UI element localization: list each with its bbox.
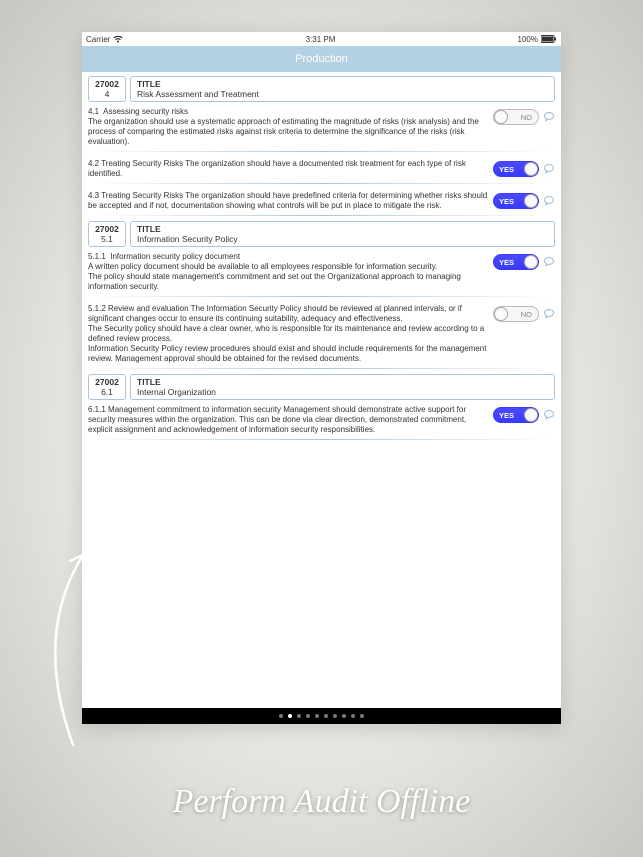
section-title: Information Security Policy: [137, 234, 548, 244]
section-title-box: TITLEInformation Security Policy: [130, 221, 555, 247]
item-number: 4.1: [88, 107, 99, 116]
toggle-label: YES: [499, 258, 514, 267]
page-title: Production: [295, 53, 348, 65]
section-header: 270024TITLERisk Assessment and Treatment: [88, 76, 555, 102]
page-dot[interactable]: [279, 714, 283, 718]
battery-percent: 100%: [518, 35, 538, 44]
item-number: 4.3: [88, 191, 99, 200]
section-number: 5.1: [93, 234, 121, 244]
toggle-label: YES: [499, 197, 514, 206]
toggle-label: NO: [521, 310, 532, 319]
section-title: Internal Organization: [137, 387, 548, 397]
wifi-icon: [113, 35, 123, 43]
section-title-box: TITLERisk Assessment and Treatment: [130, 76, 555, 102]
item-name: Treating Security Risks: [101, 159, 183, 168]
item-number: 5.1.1: [88, 252, 106, 261]
section-title: Risk Assessment and Treatment: [137, 89, 548, 99]
item-name: Review and evaluation: [108, 304, 189, 313]
item-number: 6.1.1: [88, 405, 106, 414]
title-label: TITLE: [137, 377, 548, 387]
item-name: Treating Security Risks: [101, 191, 183, 200]
standard-code: 27002: [93, 79, 121, 89]
section-title-box: TITLEInternal Organization: [130, 374, 555, 400]
item-text: 5.1.2 Review and evaluation The Informat…: [88, 304, 489, 364]
audit-item: 4.1 Assessing security risksThe organiza…: [88, 105, 555, 148]
page-dot[interactable]: [351, 714, 355, 718]
title-label: TITLE: [137, 79, 548, 89]
standard-code: 27002: [93, 224, 121, 234]
item-text: 6.1.1 Management commitment to informati…: [88, 405, 489, 435]
toggle-knob: [524, 408, 538, 422]
page-dot[interactable]: [297, 714, 301, 718]
toggle-label: YES: [499, 411, 514, 420]
standard-code: 27002: [93, 377, 121, 387]
carrier-label: Carrier: [86, 35, 110, 44]
audit-item: 5.1.2 Review and evaluation The Informat…: [88, 302, 555, 365]
comment-icon[interactable]: [543, 195, 555, 207]
toggle-label: YES: [499, 165, 514, 174]
content-scroll[interactable]: 270024TITLERisk Assessment and Treatment…: [82, 72, 561, 708]
page-dot[interactable]: [333, 714, 337, 718]
divider: [88, 183, 555, 184]
marketing-caption: Perform Audit Offline: [0, 783, 643, 821]
page-dot[interactable]: [342, 714, 346, 718]
item-name: Assessing security risks: [103, 107, 188, 116]
item-name: Management commitment to information sec…: [108, 405, 281, 414]
nav-bar: Production: [82, 46, 561, 72]
comment-icon[interactable]: [543, 111, 555, 123]
comment-icon[interactable]: [543, 308, 555, 320]
item-desc: A written policy document should be avai…: [88, 262, 489, 292]
section-header: 270025.1TITLEInformation Security Policy: [88, 221, 555, 247]
audit-item: 5.1.1 Information security policy docume…: [88, 250, 555, 293]
comment-icon[interactable]: [543, 163, 555, 175]
toggle-knob: [524, 162, 538, 176]
item-number: 4.2: [88, 159, 99, 168]
item-text: 4.3 Treating Security Risks The organiza…: [88, 191, 489, 211]
section-number: 4: [93, 89, 121, 99]
compliance-toggle[interactable]: YES: [493, 193, 539, 209]
item-name: Information security policy document: [110, 252, 240, 261]
toggle-knob: [524, 194, 538, 208]
page-dot[interactable]: [306, 714, 310, 718]
battery-icon: [541, 35, 557, 43]
toggle-knob: [494, 110, 508, 124]
page-dot[interactable]: [360, 714, 364, 718]
device-frame: Carrier 3:31 PM 100% Production 270024TI…: [82, 32, 561, 724]
standard-code-box: 270024: [88, 76, 126, 102]
page-dot[interactable]: [315, 714, 319, 718]
item-text: 4.2 Treating Security Risks The organiza…: [88, 159, 489, 179]
compliance-toggle[interactable]: NO: [493, 306, 539, 322]
compliance-toggle[interactable]: YES: [493, 254, 539, 270]
page-dot[interactable]: [324, 714, 328, 718]
comment-icon[interactable]: [543, 409, 555, 421]
comment-icon[interactable]: [543, 256, 555, 268]
page-dots[interactable]: [82, 708, 561, 724]
status-bar: Carrier 3:31 PM 100%: [82, 32, 561, 46]
toggle-knob: [494, 307, 508, 321]
toggle-label: NO: [521, 113, 532, 122]
audit-item: 4.3 Treating Security Risks The organiza…: [88, 189, 555, 212]
section-header: 270026.1TITLEInternal Organization: [88, 374, 555, 400]
item-desc: The organization should use a systematic…: [88, 117, 489, 147]
item-text: 4.1 Assessing security risksThe organiza…: [88, 107, 489, 147]
divider: [88, 439, 555, 440]
divider: [88, 215, 555, 216]
compliance-toggle[interactable]: YES: [493, 161, 539, 177]
compliance-toggle[interactable]: NO: [493, 109, 539, 125]
divider: [88, 151, 555, 152]
standard-code-box: 270026.1: [88, 374, 126, 400]
divider: [88, 368, 555, 369]
clock: 3:31 PM: [306, 35, 336, 44]
standard-code-box: 270025.1: [88, 221, 126, 247]
divider: [88, 296, 555, 297]
compliance-toggle[interactable]: YES: [493, 407, 539, 423]
page-dot[interactable]: [288, 714, 292, 718]
toggle-knob: [524, 255, 538, 269]
item-number: 5.1.2: [88, 304, 106, 313]
audit-item: 4.2 Treating Security Risks The organiza…: [88, 157, 555, 180]
section-number: 6.1: [93, 387, 121, 397]
item-text: 5.1.1 Information security policy docume…: [88, 252, 489, 292]
audit-item: 6.1.1 Management commitment to informati…: [88, 403, 555, 436]
title-label: TITLE: [137, 224, 548, 234]
